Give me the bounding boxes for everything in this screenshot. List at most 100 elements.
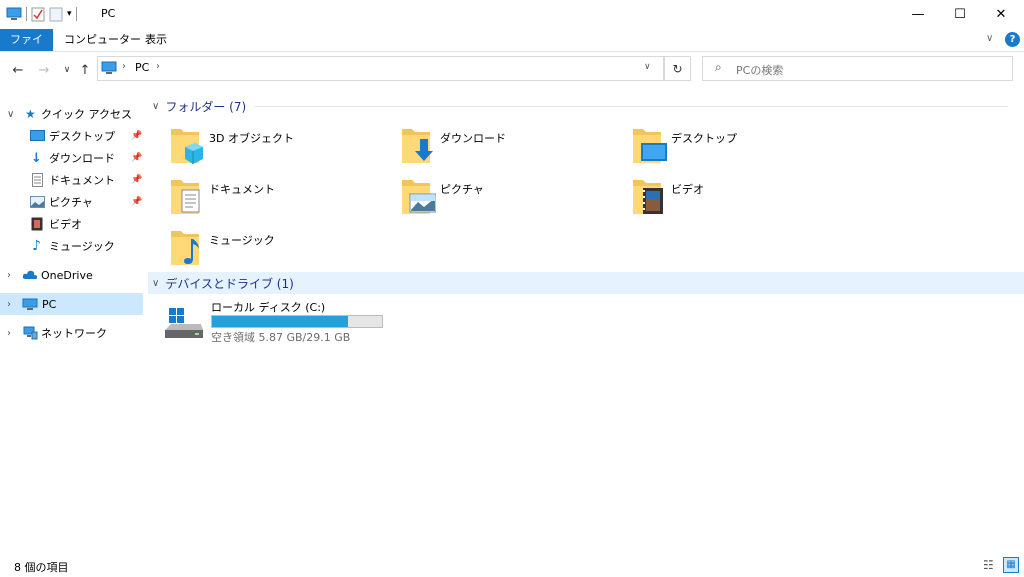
nav-pc-label: PC	[42, 297, 57, 311]
drive-icon	[165, 308, 203, 338]
search-icon: ⌕	[715, 60, 722, 74]
nav-item-label: デスクトップ	[49, 130, 115, 143]
large-icons-view-icon[interactable]: ▦	[1003, 557, 1019, 573]
picture-icon	[30, 196, 45, 208]
close-button[interactable]: ✕	[978, 0, 1024, 29]
computer-icon	[101, 61, 117, 74]
close-icon: ✕	[995, 7, 1007, 22]
details-view-icon[interactable]: ☷	[983, 558, 994, 572]
nav-item-music[interactable]: ♪ ミュージック	[0, 235, 143, 257]
nav-item-downloads[interactable]: ↓ ダウンロード 📌	[0, 147, 143, 169]
new-folder-icon[interactable]	[49, 6, 63, 22]
chevron-down-icon[interactable]: ∨	[152, 278, 159, 289]
address-bar[interactable]: › PC › ∨	[97, 56, 664, 81]
nav-item-documents[interactable]: ドキュメント 📌	[0, 169, 143, 191]
document-icon	[32, 173, 43, 187]
maximize-icon: ☐	[954, 7, 966, 22]
back-button[interactable]: ←	[10, 62, 26, 78]
pin-icon[interactable]: 📌	[131, 197, 142, 207]
folder-pictures-icon	[402, 180, 436, 214]
maximize-button[interactable]: ☐	[937, 0, 983, 29]
nav-pc[interactable]: › PC	[0, 293, 143, 315]
tab-view[interactable]: 表示	[135, 29, 177, 51]
desktop-icon	[30, 130, 45, 141]
pin-icon[interactable]: 📌	[131, 153, 142, 163]
minimize-button[interactable]: —	[895, 0, 941, 29]
help-icon[interactable]: ?	[1005, 32, 1020, 47]
folders-group-header[interactable]: ∨ フォルダー (7)	[148, 95, 1016, 117]
arrow-up-icon: ↑	[79, 62, 91, 78]
refresh-icon: ↻	[672, 61, 683, 76]
breadcrumb-separator-icon[interactable]: ›	[156, 61, 160, 72]
properties-icon[interactable]	[31, 6, 45, 22]
folder-music[interactable]: ミュージック	[169, 227, 401, 277]
pin-icon[interactable]: 📌	[131, 131, 142, 141]
navigation-pane: ∨ ★ クイック アクセス デスクトップ 📌 ↓ ダウンロード 📌 ドキュメント…	[0, 96, 145, 556]
folder-videos-icon	[633, 180, 663, 214]
address-history-dropdown-icon[interactable]: ∨	[644, 62, 651, 72]
folder-downloads-icon	[402, 129, 433, 163]
computer-icon	[6, 7, 22, 20]
nav-network[interactable]: › ネットワーク	[0, 322, 143, 344]
network-icon	[23, 326, 38, 340]
chevron-right-icon[interactable]: ›	[7, 328, 11, 339]
quick-access-toolbar: ▾	[6, 6, 77, 22]
pin-icon[interactable]: 📌	[131, 175, 142, 185]
folder-3d-objects-icon	[171, 129, 203, 164]
devices-group-header[interactable]: ∨ デバイスとドライブ (1)	[148, 272, 1024, 294]
folder-documents-icon	[171, 180, 200, 214]
folder-3d-objects[interactable]: 3D オブジェクト	[169, 125, 401, 175]
star-icon: ★	[25, 107, 36, 121]
nav-quick-access-label: クイック アクセス	[41, 108, 132, 121]
folder-desktop-icon	[633, 129, 667, 163]
nav-onedrive[interactable]: › OneDrive	[0, 264, 143, 286]
chevron-right-icon[interactable]: ›	[7, 270, 11, 281]
breadcrumb-pc[interactable]: PC	[135, 61, 149, 74]
arrow-left-icon: ←	[12, 62, 24, 78]
chevron-down-icon[interactable]: ∨	[152, 101, 159, 112]
nav-item-label: ドキュメント	[49, 174, 115, 187]
minimize-icon: —	[911, 7, 925, 22]
nav-onedrive-label: OneDrive	[41, 268, 93, 282]
folder-music-icon	[171, 231, 199, 265]
folder-label: ミュージック	[209, 234, 275, 247]
breadcrumb-separator-icon[interactable]: ›	[122, 61, 126, 72]
status-bar: 8 個の項目 ☷ ▦	[0, 556, 1024, 577]
drive-usage-fill	[212, 316, 348, 327]
recent-locations-button[interactable]: ∨	[59, 62, 75, 78]
nav-item-label: ミュージック	[49, 240, 115, 253]
nav-item-pictures[interactable]: ピクチャ 📌	[0, 191, 143, 213]
music-note-icon: ♪	[32, 238, 41, 254]
folder-label: デスクトップ	[671, 132, 737, 145]
folder-label: ドキュメント	[209, 183, 275, 196]
folder-pictures[interactable]: ピクチャ	[400, 176, 632, 226]
nav-item-videos[interactable]: ビデオ	[0, 213, 143, 235]
up-button[interactable]: ↑	[77, 62, 93, 78]
folder-label: 3D オブジェクト	[209, 132, 294, 145]
download-arrow-icon: ↓	[31, 150, 42, 166]
drive-local-disk-c[interactable]: ローカル ディスク (C:) 空き領域 5.87 GB/29.1 GB	[163, 298, 393, 344]
search-box[interactable]: ⌕ PCの検索	[702, 56, 1013, 81]
search-placeholder: PCの検索	[736, 64, 784, 77]
chevron-right-icon[interactable]: ›	[7, 299, 11, 310]
nav-item-desktop[interactable]: デスクトップ 📌	[0, 125, 143, 147]
drive-usage-bar	[211, 315, 383, 328]
nav-quick-access[interactable]: ∨ ★ クイック アクセス	[0, 103, 143, 125]
expand-ribbon-icon[interactable]: ∨	[986, 33, 993, 44]
folder-downloads[interactable]: ダウンロード	[400, 125, 632, 175]
folder-label: ピクチャ	[440, 183, 484, 196]
refresh-button[interactable]: ↻	[664, 56, 691, 81]
drive-name: ローカル ディスク (C:)	[211, 301, 326, 314]
customize-qat-dropdown-icon[interactable]: ▾	[67, 9, 72, 19]
devices-header-label: デバイスとドライブ (1)	[165, 276, 294, 291]
arrow-right-icon: →	[38, 62, 50, 78]
chevron-down-icon[interactable]: ∨	[7, 109, 14, 120]
ribbon-tabs: ファイル コンピューター 表示 ∨ ?	[0, 29, 1024, 68]
folder-label: ダウンロード	[440, 132, 506, 145]
folder-videos[interactable]: ビデオ	[631, 176, 863, 226]
forward-button[interactable]: →	[36, 62, 52, 78]
tab-file[interactable]: ファイル	[0, 29, 53, 68]
folder-label: ビデオ	[671, 183, 704, 196]
folder-desktop[interactable]: デスクトップ	[631, 125, 863, 175]
folder-documents[interactable]: ドキュメント	[169, 176, 401, 226]
